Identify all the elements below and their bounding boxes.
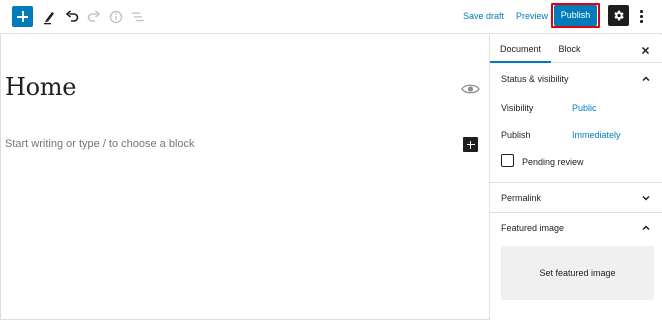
pending-review-checkbox[interactable]	[501, 154, 514, 167]
editor-canvas: Home Start writing or type / to choose a…	[0, 35, 489, 320]
panel-status-visibility[interactable]: Status & visibility	[490, 64, 662, 94]
visibility-label: Visibility	[501, 103, 534, 113]
tab-block[interactable]: Block	[551, 35, 588, 63]
post-title[interactable]: Home	[5, 73, 76, 101]
eye-icon[interactable]	[461, 82, 480, 100]
block-placeholder[interactable]: Start writing or type / to choose a bloc…	[5, 138, 195, 150]
panel-title: Permalink	[501, 193, 542, 203]
preview-button[interactable]: Preview	[516, 11, 548, 21]
publish-button[interactable]: Publish	[554, 5, 597, 26]
redo-icon[interactable]	[84, 7, 104, 27]
chevron-up-icon	[642, 225, 650, 231]
panel-featured-image[interactable]: Featured image	[490, 213, 662, 243]
more-vertical-icon[interactable]	[634, 7, 648, 25]
panel-permalink[interactable]: Permalink	[490, 183, 662, 213]
visibility-value-link[interactable]: Public	[572, 103, 597, 113]
save-draft-button[interactable]: Save draft	[463, 11, 504, 21]
set-featured-image-button[interactable]: Set featured image	[501, 246, 654, 300]
tab-document[interactable]: Document	[490, 35, 551, 63]
settings-sidebar: Document Block Status & visibility Visib…	[489, 35, 662, 320]
plus-icon[interactable]	[12, 6, 33, 27]
chevron-up-icon	[642, 76, 650, 82]
panel-title: Status & visibility	[501, 74, 569, 84]
close-icon[interactable]	[640, 43, 651, 55]
sidebar-tabs: Document Block	[490, 35, 662, 63]
pencil-icon[interactable]	[40, 7, 60, 27]
list-view-icon[interactable]	[128, 7, 148, 27]
chevron-down-icon	[642, 195, 650, 201]
panel-title: Featured image	[501, 223, 565, 233]
undo-icon[interactable]	[62, 7, 82, 27]
pending-review-label: Pending review	[522, 157, 584, 167]
gear-icon[interactable]	[608, 5, 629, 26]
info-icon[interactable]	[106, 7, 126, 27]
top-toolbar: Save draft Preview Publish	[0, 0, 662, 34]
add-block-icon[interactable]	[463, 137, 478, 152]
publish-date-link[interactable]: Immediately	[572, 130, 621, 140]
publish-label: Publish	[501, 130, 531, 140]
